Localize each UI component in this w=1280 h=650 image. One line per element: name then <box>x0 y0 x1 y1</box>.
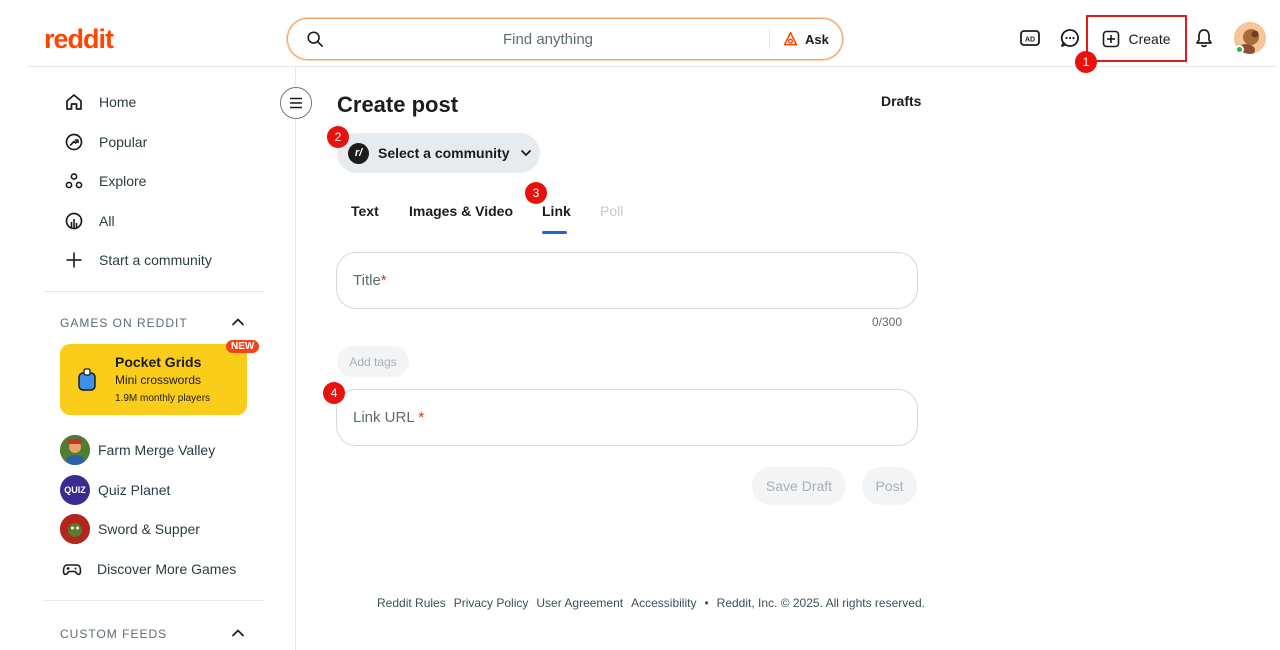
ask-button[interactable]: Ask <box>782 28 829 50</box>
farm-merge-valley-thumb <box>60 435 90 465</box>
sidebar-item-home[interactable]: Home <box>64 88 136 116</box>
sidebar-item-explore[interactable]: Explore <box>64 167 146 195</box>
collapse-sidebar-button[interactable] <box>280 87 312 119</box>
link-url-field-label: Link URL * <box>353 409 424 426</box>
footer-link-privacy[interactable]: Privacy Policy <box>454 596 529 610</box>
annotation-badge-3: 3 <box>525 182 547 204</box>
sidebar-divider <box>44 291 264 292</box>
games-section-title: GAMES ON REDDIT <box>60 316 188 330</box>
title-field[interactable]: Title* <box>336 252 918 309</box>
sidebar-item-label: Discover More Games <box>97 561 237 577</box>
chevron-down-icon <box>520 150 531 156</box>
promo-players: 1.9M monthly players <box>115 393 211 404</box>
tab-images-video[interactable]: Images & Video <box>409 203 513 219</box>
select-community-button[interactable]: r/ Select a community <box>337 133 540 173</box>
footer: Reddit Rules Privacy Policy User Agreeme… <box>377 596 925 610</box>
footer-copyright: Reddit, Inc. © 2025. All rights reserved… <box>716 596 925 610</box>
sword-supper-thumb <box>60 514 90 544</box>
sidebar-item-label: Start a community <box>99 252 212 268</box>
annotation-badge-4: 4 <box>323 382 345 404</box>
add-tags-button[interactable]: Add tags <box>337 346 409 377</box>
title-field-label: Title* <box>353 272 387 289</box>
left-sidebar: Home Popular Explore All Start a communi… <box>28 67 296 650</box>
sidebar-divider <box>44 600 264 601</box>
tab-poll[interactable]: Poll <box>600 203 623 219</box>
active-tab-indicator <box>542 231 567 234</box>
sidebar-game-sword-supper[interactable]: Sword & Supper <box>60 513 200 545</box>
online-status-dot <box>1235 45 1244 54</box>
drafts-link[interactable]: Drafts <box>881 93 921 109</box>
post-button[interactable]: Post <box>862 467 917 505</box>
ask-icon <box>783 31 798 45</box>
pocket-grids-icon <box>78 368 96 391</box>
select-community-label: Select a community <box>378 145 510 161</box>
quiz-planet-thumb: QUIZ <box>60 475 90 505</box>
sidebar-item-label: Explore <box>99 173 147 189</box>
sidebar-item-all[interactable]: All <box>64 207 115 235</box>
annotation-badge-1: 1 <box>1075 51 1097 73</box>
plus-square-icon <box>1103 30 1120 47</box>
tab-text[interactable]: Text <box>351 203 379 219</box>
svg-text:AD: AD <box>1025 37 1035 44</box>
home-icon <box>66 94 82 110</box>
explore-icon <box>65 173 83 189</box>
ask-label: Ask <box>805 31 829 47</box>
sidebar-item-label: All <box>99 213 115 229</box>
plus-icon <box>66 252 82 268</box>
create-label: Create <box>1128 30 1171 47</box>
footer-link-user-agreement[interactable]: User Agreement <box>536 596 623 610</box>
sidebar-item-label: Home <box>99 94 137 110</box>
pocket-grids-promo[interactable]: Pocket Grids Mini crosswords 1.9M monthl… <box>60 344 247 415</box>
footer-separator: • <box>704 596 709 610</box>
promo-title: Pocket Grids <box>115 354 202 370</box>
popular-icon <box>65 133 83 151</box>
search-icon <box>307 31 324 48</box>
gamepad-icon <box>62 564 82 576</box>
chat-icon[interactable] <box>1058 26 1082 50</box>
search-divider <box>769 29 770 49</box>
create-button[interactable]: Create <box>1086 15 1187 62</box>
sidebar-game-farm-merge-valley[interactable]: Farm Merge Valley <box>60 434 215 466</box>
link-url-field[interactable]: Link URL * <box>336 389 918 446</box>
sidebar-game-label: Quiz Planet <box>98 482 171 498</box>
new-badge: NEW <box>226 340 260 353</box>
search-bar[interactable]: Ask <box>287 18 843 60</box>
community-icon: r/ <box>348 142 369 164</box>
sidebar-item-popular[interactable]: Popular <box>64 128 147 156</box>
sidebar-item-discover-games[interactable]: Discover More Games <box>62 555 236 583</box>
promo-subtitle: Mini crosswords <box>115 373 202 387</box>
chevron-up-icon[interactable] <box>228 623 248 643</box>
menu-icon <box>290 97 302 109</box>
save-draft-button[interactable]: Save Draft <box>752 467 846 505</box>
page-title: Create post <box>337 92 459 117</box>
link-url-label-text: Link URL <box>353 409 415 426</box>
sidebar-game-label: Sword & Supper <box>98 521 200 537</box>
chevron-up-icon[interactable] <box>228 312 248 332</box>
sidebar-item-start-community[interactable]: Start a community <box>64 246 212 274</box>
footer-link-rules[interactable]: Reddit Rules <box>377 596 446 610</box>
search-input[interactable] <box>348 19 748 59</box>
reddit-logo[interactable]: reddit <box>44 24 114 55</box>
annotation-badge-2: 2 <box>327 126 349 148</box>
footer-link-accessibility[interactable]: Accessibility <box>631 596 696 610</box>
all-icon <box>65 212 83 230</box>
title-char-count: 0/300 <box>872 315 903 329</box>
custom-feeds-title: CUSTOM FEEDS <box>60 627 168 641</box>
required-mark: * <box>380 272 387 289</box>
advertise-icon[interactable]: AD <box>1018 26 1042 50</box>
title-label-text: Title <box>353 272 381 289</box>
required-mark: * <box>418 409 425 426</box>
tab-link[interactable]: Link <box>542 203 571 219</box>
sidebar-game-quiz-planet[interactable]: QUIZ Quiz Planet <box>60 474 170 506</box>
notification-bell-icon[interactable] <box>1192 26 1216 50</box>
sidebar-game-label: Farm Merge Valley <box>98 442 216 458</box>
sidebar-item-label: Popular <box>99 134 148 150</box>
